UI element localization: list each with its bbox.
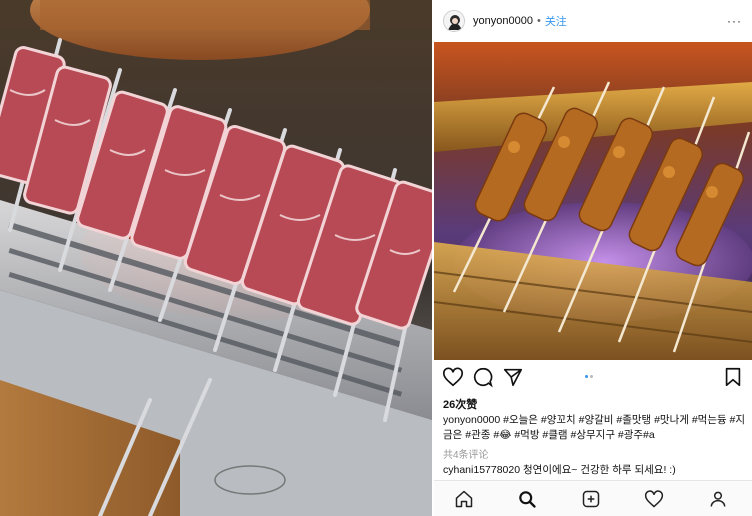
bookmark-icon[interactable]: [722, 366, 744, 388]
likes-count[interactable]: 26次赞: [443, 396, 477, 412]
view-comments-link[interactable]: 共4条评论: [443, 446, 489, 461]
comment-text: 청연이에요~ 건강한 하루 되세요! :): [523, 464, 676, 476]
carousel-dot-active: [585, 375, 588, 378]
profile-icon[interactable]: [708, 489, 728, 509]
avatar[interactable]: [443, 10, 465, 32]
bottom-tab-bar: [434, 480, 752, 516]
separator-dot: •: [536, 15, 541, 27]
home-icon[interactable]: [454, 489, 474, 509]
send-icon[interactable]: [502, 366, 524, 388]
caption-username[interactable]: yonyon0000: [443, 414, 500, 426]
skewer-grill-photo: [0, 0, 432, 516]
add-post-icon[interactable]: [581, 489, 601, 509]
comment-icon[interactable]: [472, 366, 494, 388]
more-dots-icon[interactable]: ···: [727, 14, 742, 28]
carousel-dot: [590, 375, 593, 378]
grilled-skewers-photo: [434, 42, 752, 360]
comment-username[interactable]: cyhani15778020: [443, 464, 520, 476]
avatar-image: [444, 11, 464, 31]
instagram-post: yonyon0000 • 关注 ··· 26次赞 yonyon0000 #오늘은…: [434, 0, 752, 516]
search-icon[interactable]: [517, 489, 537, 509]
post-photo[interactable]: [434, 42, 752, 360]
heart-icon[interactable]: [442, 366, 464, 388]
action-bar: [434, 362, 752, 392]
post-username[interactable]: yonyon0000: [473, 15, 533, 27]
activity-heart-icon[interactable]: [644, 489, 664, 509]
comment-item: cyhani15778020 청연이에요~ 건강한 하루 되세요! :): [443, 462, 748, 477]
left-food-photo: [0, 0, 432, 516]
post-header: yonyon0000 • 关注 ···: [434, 0, 752, 42]
carousel-indicator: [585, 375, 593, 378]
post-caption: yonyon0000 #오늘은 #양꼬치 #양갈비 #졸맛탱 #맛나게 #먹는듕…: [443, 413, 748, 443]
follow-button[interactable]: 关注: [545, 13, 567, 29]
